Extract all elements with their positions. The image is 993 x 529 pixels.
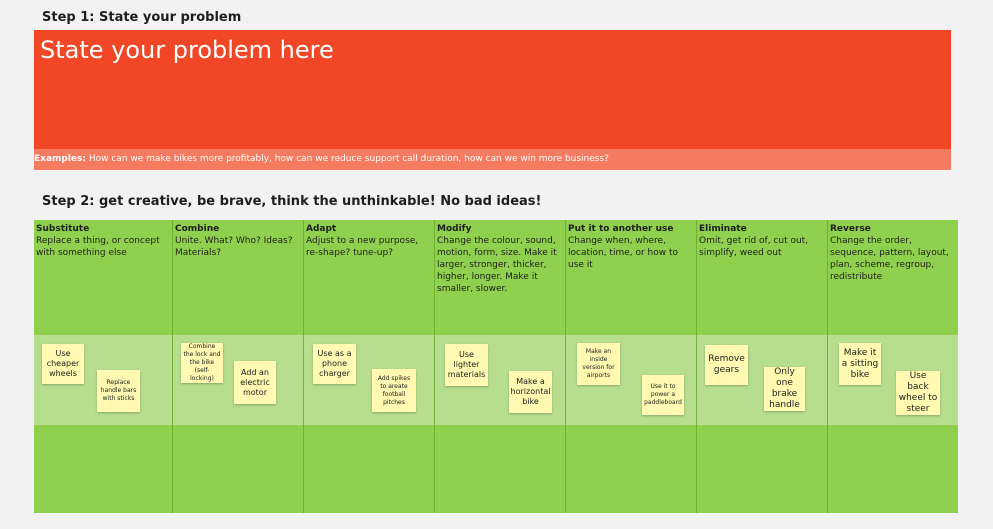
column-adapt: Adapt Adjust to a new purpose, re-shape?… <box>304 220 435 513</box>
step2-title: Step 2: get creative, be brave, think th… <box>42 194 542 209</box>
step1-title: Step 1: State your problem <box>42 10 242 25</box>
column-description: Omit, get rid of, cut out, simplify, wee… <box>699 236 809 258</box>
column-substitute: Substitute Replace a thing, or concept w… <box>34 220 173 513</box>
column-title: Put it to another use <box>568 224 674 234</box>
column-header: Combine Unite. What? Who? Ideas? Materia… <box>175 223 301 259</box>
column-combine: Combine Unite. What? Who? Ideas? Materia… <box>173 220 304 513</box>
sticky-note[interactable]: Use back wheel to steer <box>896 371 940 415</box>
column-header: Substitute Replace a thing, or concept w… <box>36 223 170 259</box>
problem-placeholder[interactable]: State your problem here <box>40 36 334 64</box>
column-description: Change the colour, sound, motion, form, … <box>437 236 557 294</box>
sticky-note[interactable]: Combine the lock and the bike (self-lock… <box>181 343 223 383</box>
sticky-note[interactable]: Add an electric motor <box>234 361 276 404</box>
column-description: Replace a thing, or concept with somethi… <box>36 236 160 258</box>
column-eliminate: Eliminate Omit, get rid of, cut out, sim… <box>697 220 828 513</box>
column-put-to-another-use: Put it to another use Change when, where… <box>566 220 697 513</box>
column-description: Adjust to a new purpose, re-shape? tune-… <box>306 236 419 258</box>
column-header: Put it to another use Change when, where… <box>568 223 694 271</box>
sticky-note[interactable]: Make an inside version for airports <box>577 343 620 385</box>
column-modify: Modify Change the colour, sound, motion,… <box>435 220 566 513</box>
sticky-note[interactable]: Use it to power a paddleboard <box>642 375 684 415</box>
column-header: Eliminate Omit, get rid of, cut out, sim… <box>699 223 825 259</box>
column-title: Adapt <box>306 224 337 234</box>
column-title: Modify <box>437 224 472 234</box>
examples-bar: Examples: How can we make bikes more pro… <box>34 149 951 170</box>
column-title: Reverse <box>830 224 871 234</box>
scamper-board: Substitute Replace a thing, or concept w… <box>34 220 958 513</box>
column-title: Eliminate <box>699 224 747 234</box>
column-title: Substitute <box>36 224 90 234</box>
sticky-note[interactable]: Only one brake handle <box>764 367 805 411</box>
sticky-note[interactable]: Replace handle bars with sticks <box>97 370 140 412</box>
sticky-note[interactable]: Use lighter materials <box>445 344 488 386</box>
column-header: Reverse Change the order, sequence, patt… <box>830 223 956 283</box>
sticky-note[interactable]: Make a horizontal bike <box>509 371 552 413</box>
sticky-note[interactable]: Add spikes to areate football pitches <box>372 369 416 412</box>
column-description: Change when, where, location, time, or h… <box>568 236 679 270</box>
sticky-note[interactable]: Use cheaper wheels <box>42 344 84 384</box>
sticky-note[interactable]: Use as a phone charger <box>313 344 356 384</box>
examples-label: Examples: <box>34 154 86 164</box>
column-header: Modify Change the colour, sound, motion,… <box>437 223 563 295</box>
examples-text: How can we make bikes more profitably, h… <box>86 154 609 164</box>
sticky-note[interactable]: Make it a sitting bike <box>839 343 881 385</box>
column-title: Combine <box>175 224 220 234</box>
sticky-note[interactable]: Remove gears <box>705 345 748 385</box>
column-header: Adapt Adjust to a new purpose, re-shape?… <box>306 223 432 259</box>
column-description: Unite. What? Who? Ideas? Materials? <box>175 236 293 258</box>
column-reverse: Reverse Change the order, sequence, patt… <box>828 220 958 513</box>
column-description: Change the order, sequence, pattern, lay… <box>830 236 949 282</box>
problem-statement-box[interactable]: State your problem here Examples: How ca… <box>34 30 951 170</box>
